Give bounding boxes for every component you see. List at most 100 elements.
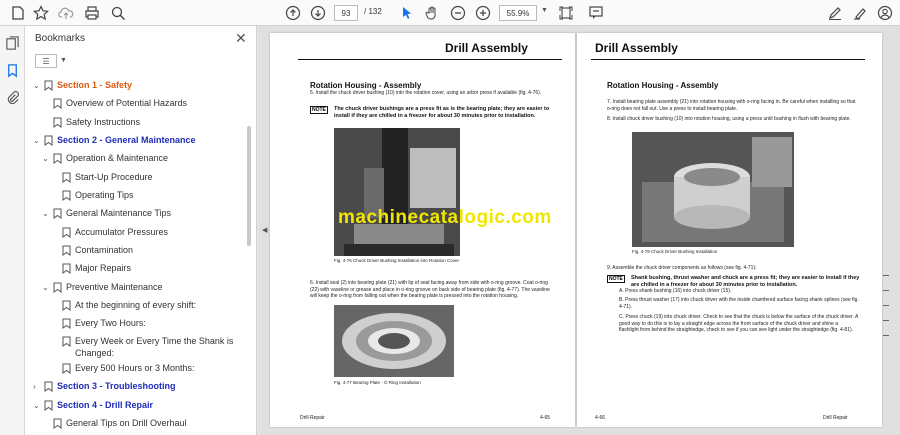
bookmark-flag-icon [53,153,62,164]
bookmark-item[interactable]: ⌄ Section 2 - General Maintenance [25,135,247,147]
bookmark-label: Every Week or Every Time the Shank is [75,336,234,346]
scroll-tick [883,275,889,276]
close-icon[interactable]: ✕ [235,30,247,47]
bookmark-flag-icon [53,117,62,128]
bookmark-label: At the beginning of every shift: [75,300,197,310]
home-icon[interactable] [8,3,28,23]
zoom-level-input[interactable]: 55.9% [499,5,537,21]
bookmark-item[interactable]: Every Two Hours: [25,318,247,330]
scroll-tick [883,305,889,306]
note-text: The chuck driver bushings are a press fi… [334,106,550,119]
step-text: C. Press chuck (19) into chuck driver. C… [619,314,859,333]
bookmark-item[interactable]: General Tips on Drill Overhaul [25,418,247,430]
figure-caption: Fig. 4-77 Bearing Plate - O Ring Install… [334,380,421,385]
section-subheading: Rotation Housing - Assembly [310,81,422,90]
bookmark-label: Every 500 Hours or 3 Months: [75,363,195,373]
bookmark-label: Operating Tips [75,190,134,200]
bookmark-icon[interactable] [5,63,20,78]
chevron-down-icon[interactable]: ▼ [60,57,67,64]
bookmark-item[interactable]: ⌄ Preventive Maintenance [25,282,247,294]
chevron-down-icon[interactable]: ⌄ [42,153,49,164]
zoom-out-icon[interactable] [448,3,468,23]
bookmark-label: Start-Up Procedure [75,172,153,182]
account-icon[interactable] [875,3,895,23]
bookmark-item[interactable]: Start-Up Procedure [25,172,247,184]
bookmark-item[interactable]: Every Week or Every Time the Shank is [25,336,247,348]
bookmark-label: Section 4 - Drill Repair [57,400,154,410]
step-text: 5. Install the chuck driver bushing (10)… [310,90,542,96]
cloud-upload-icon[interactable] [56,3,76,23]
bookmark-item[interactable]: ⌄ Section 4 - Drill Repair [25,400,247,412]
bookmark-item[interactable]: Contamination [25,245,247,257]
bookmark-flag-icon [44,135,53,146]
chevron-right-icon[interactable]: › [33,381,36,392]
bookmark-item[interactable]: › Section 3 - Troubleshooting [25,381,247,393]
options-menu-icon[interactable]: ☰ [35,54,57,68]
panel-scrollbar[interactable] [247,126,251,246]
bookmark-flag-icon [62,263,71,274]
bookmark-label: Preventive Maintenance [66,282,163,292]
annotation-icon[interactable] [586,3,606,23]
chevron-down-icon[interactable]: ⌄ [33,80,40,91]
bookmark-flag-icon [53,418,62,429]
step-text: B. Press thrust washer (17) into chuck d… [619,297,859,310]
chevron-down-icon[interactable]: ⌄ [42,208,49,219]
bookmark-flag-icon [62,318,71,329]
bookmark-item[interactable]: Changed: [25,348,247,360]
chevron-down-icon[interactable]: ▼ [541,7,548,14]
page-number-input[interactable]: 93 [334,5,358,21]
edit-sign-icon[interactable] [825,3,845,23]
fit-page-icon[interactable] [556,3,576,23]
step-text: 7. Install bearing plate assembly (21) i… [607,99,856,112]
attachment-icon[interactable] [5,90,20,105]
bookmark-item[interactable]: Accumulator Pressures [25,227,247,239]
bookmark-flag-icon [44,381,53,392]
panel-title: Bookmarks [35,33,86,44]
bookmark-item[interactable]: Operating Tips [25,190,247,202]
bookmark-label: Overview of Potential Hazards [66,98,188,108]
thumbnails-icon[interactable] [5,36,20,51]
next-page-icon[interactable] [308,3,328,23]
document-page-left: Drill Assembly Rotation Housing - Assemb… [270,33,575,427]
page-number: 4-65 [540,415,551,421]
step-text: 6. Install seal (2) into bearing plate (… [310,280,550,299]
select-cursor-icon[interactable] [397,3,417,23]
bookmark-item[interactable]: Every 500 Hours or 3 Months: [25,363,247,375]
zoom-in-icon[interactable] [473,3,493,23]
header-rule [591,59,865,60]
highlight-icon[interactable] [850,3,870,23]
caret-left-icon[interactable]: ◀ [262,226,267,234]
print-icon[interactable] [82,3,102,23]
bookmark-item[interactable]: At the beginning of every shift: [25,300,247,312]
chevron-down-icon[interactable]: ⌄ [33,400,40,411]
note-text: Shank bushing, thrust washer and chuck a… [631,275,860,288]
bookmark-flag-icon [62,300,71,311]
chevron-down-icon[interactable]: ⌄ [33,135,40,146]
hand-tool-icon[interactable] [422,3,442,23]
bookmark-item[interactable]: Safety Instructions [25,117,247,129]
chevron-down-icon[interactable]: ⌄ [42,282,49,293]
bookmark-label: Section 2 - General Maintenance [57,135,196,145]
figure-photo [334,128,460,256]
previous-page-icon[interactable] [283,3,303,23]
figure-caption: Fig. 4-76 Chuck Driver Bushing Installat… [334,258,460,263]
page-total: / 132 [364,7,382,16]
bookmark-flag-icon [53,208,62,219]
bookmark-item[interactable]: ⌄ Operation & Maintenance [25,153,247,165]
bookmark-label: Safety Instructions [66,117,141,127]
bookmark-label: Major Repairs [75,263,132,273]
scroll-tick [883,320,889,321]
bookmark-flag-icon [44,400,53,411]
search-zoom-icon[interactable] [108,3,128,23]
bookmark-item[interactable]: Major Repairs [25,263,247,275]
bookmark-item[interactable]: Overview of Potential Hazards [25,98,247,110]
figure-photo [632,132,794,247]
scroll-tick [883,335,889,336]
star-icon[interactable] [31,3,51,23]
bookmark-item[interactable]: ⌄ Section 1 - Safety [25,80,247,92]
bookmark-item[interactable]: ⌄ General Maintenance Tips [25,208,247,220]
page-number: 4-66 [595,415,606,421]
bookmarks-panel: Bookmarks ✕ ☰ ▼ ⌄ Section 1 - Safety Overv… [25,26,257,435]
step-text: 9. Assemble the chuck driver components … [607,265,757,271]
note-tag: NOTE [607,275,625,283]
